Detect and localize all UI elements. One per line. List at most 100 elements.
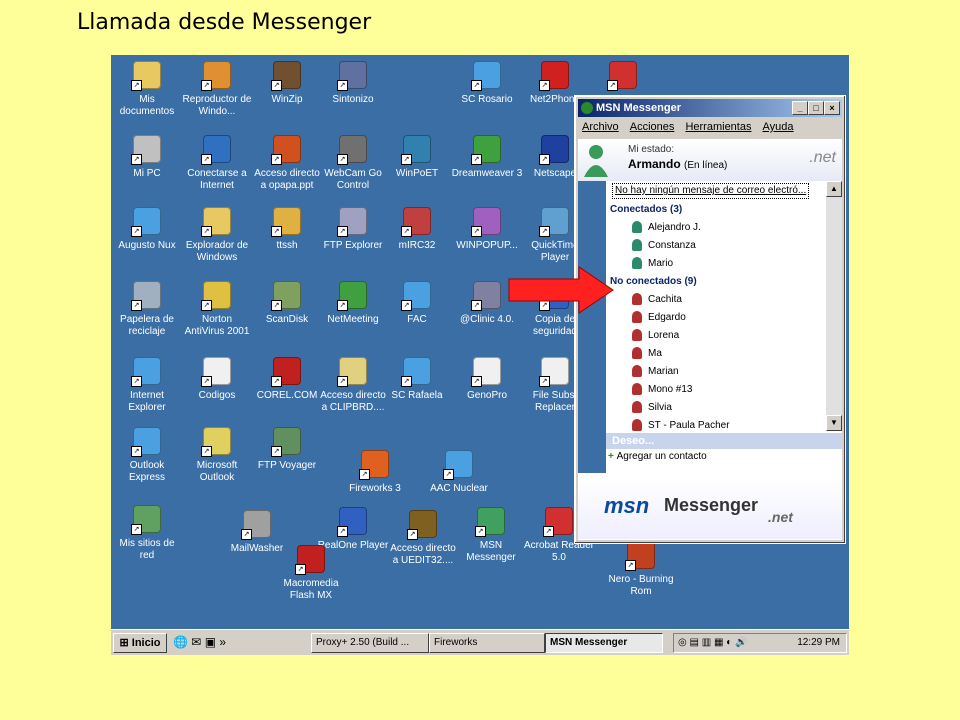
contact-offline[interactable]: Silvia (632, 399, 672, 417)
desktop-icon[interactable]: ↗ Explorador de Windows (181, 207, 253, 264)
msn-titlebar[interactable]: MSN Messenger _ □ × (578, 99, 842, 117)
desktop-icon[interactable]: ↗ Sintonizo (317, 61, 389, 106)
desktop-icon[interactable]: ↗ WinPoET (381, 135, 453, 180)
shortcut-arrow-icon: ↗ (131, 226, 142, 237)
desktop-icon[interactable]: ↗ NetMeeting (317, 281, 389, 326)
desktop-icon[interactable]: ↗ FTP Explorer (317, 207, 389, 252)
menu-herramientas[interactable]: Herramientas (681, 119, 755, 135)
desktop-icon[interactable]: ↗ Norton AntiVirus 2001 (181, 281, 253, 338)
desktop-icon[interactable]: ↗ FAC (381, 281, 453, 326)
maximize-button[interactable]: □ (808, 101, 824, 115)
mail-notice-link[interactable]: No hay ningún mensaje de correo electró.… (612, 183, 810, 199)
desktop-icon[interactable]: ↗ ScanDisk (251, 281, 323, 326)
desktop-icon[interactable]: ↗ SC Rosario (451, 61, 523, 106)
ftp-explorer-icon: ↗ (337, 207, 367, 237)
desktop-icon[interactable]: ↗ Codigos (181, 357, 253, 402)
contact-offline[interactable]: Lorena (632, 327, 679, 345)
tray-icons[interactable]: ◎ ▤ ▥ ▦ ◐ 🔊 (678, 637, 747, 648)
desktop-icon[interactable]: ↗ Acceso directo a UEDIT32.... (387, 510, 459, 567)
offline-group-header[interactable]: No conectados (9) (610, 273, 697, 291)
scroll-up-icon[interactable]: ▲ (826, 181, 842, 197)
desktop-icon-label: FTP Voyager (257, 460, 317, 471)
contact-online[interactable]: Mario (632, 255, 673, 273)
contact-list-scrollbar[interactable]: ▲ ▼ (826, 181, 842, 431)
contact-online[interactable]: Alejandro J. (632, 219, 701, 237)
desktop-icon[interactable]: ↗ Mi PC (111, 135, 183, 180)
desktop-icon[interactable]: ↗ Conectarse a Internet (181, 135, 253, 192)
desktop-icon[interactable]: ↗ Mis sitios de red (111, 505, 183, 562)
offline-contact-icon (632, 347, 642, 360)
online-group-header[interactable]: Conectados (3) (610, 201, 682, 219)
msn-content: Mi estado: Armando (En línea) .net No ha… (578, 139, 842, 540)
desktop-icon[interactable]: ↗ Mis documentos (111, 61, 183, 118)
contact-offline[interactable]: Mono #13 (632, 381, 692, 399)
red-arrow-icon (508, 266, 614, 314)
clipboard-icon: ↗ (337, 357, 367, 387)
clock[interactable]: 12:29 PM (797, 634, 840, 652)
user-name[interactable]: Armando (En línea) (628, 157, 727, 171)
desktop-icon[interactable]: ↗ WinZip (251, 61, 323, 106)
task-fireworks[interactable]: Fireworks (429, 633, 545, 653)
minimize-button[interactable]: _ (792, 101, 808, 115)
deseo-bar[interactable]: Deseo... (606, 433, 842, 449)
start-button[interactable]: ⊞ Inicio (113, 633, 167, 653)
offline-contact-icon (632, 311, 642, 324)
desktop-icon[interactable]: ↗ COREL.COM (251, 357, 323, 402)
desktop-icon[interactable]: ↗ Outlook Express (111, 427, 183, 484)
desktop-icon[interactable]: ↗ Acceso directo a opapa.ppt (251, 135, 323, 192)
desktop-icon[interactable]: ↗ Dreamweaver 3 (451, 135, 523, 180)
menu-archivo[interactable]: Archivo (578, 119, 623, 135)
contact-offline[interactable]: Edgardo (632, 309, 686, 327)
desktop-quicklaunch-icon[interactable]: ▣ (205, 635, 216, 649)
scroll-down-icon[interactable]: ▼ (826, 415, 842, 431)
ie-icon: ↗ (471, 61, 501, 91)
ppt-icon: ↗ (271, 135, 301, 165)
text-file-icon: ↗ (201, 357, 231, 387)
slide-title: Llamada desde Messenger (77, 10, 372, 35)
desktop-icon[interactable]: ↗ Papelera de reciclaje (111, 281, 183, 338)
ie-quicklaunch-icon[interactable]: 🌐 (173, 635, 188, 649)
desktop-icon[interactable]: ↗ (587, 61, 659, 94)
task-proxy[interactable]: Proxy+ 2.50 (Build ... (311, 633, 429, 653)
desktop-icon[interactable]: ↗ MSN Messenger (455, 507, 527, 564)
contact-name: Mono #13 (648, 384, 693, 395)
contact-online[interactable]: Constanza (632, 237, 696, 255)
desktop-icon[interactable]: ↗ Macromedia Flash MX (275, 545, 347, 602)
desktop-icon[interactable]: ↗ ttssh (251, 207, 323, 252)
more-quicklaunch-icon[interactable]: » (219, 635, 226, 649)
shortcut-arrow-icon: ↗ (271, 446, 282, 457)
desktop-icon[interactable]: ↗ FTP Voyager (251, 427, 323, 472)
outlook-quicklaunch-icon[interactable]: ✉ (191, 635, 201, 649)
close-button[interactable]: × (824, 101, 840, 115)
add-contact-link[interactable]: + Agregar un contacto (608, 451, 707, 462)
quicktime-icon: ↗ (539, 207, 569, 237)
sintonizo-icon: ↗ (337, 61, 367, 91)
menu-acciones[interactable]: Acciones (626, 119, 679, 135)
desktop-icon[interactable]: ↗ Internet Explorer (111, 357, 183, 414)
msn-side-tabs[interactable] (578, 181, 606, 473)
desktop-icon[interactable]: ↗ SC Rafaela (381, 357, 453, 402)
contact-offline[interactable]: Cachita (632, 291, 682, 309)
desktop-icon[interactable]: ↗ Acceso directo a CLIPBRD.... (317, 357, 389, 414)
task-msn-messenger[interactable]: MSN Messenger (545, 633, 663, 653)
desktop-icon[interactable]: ↗ AAC Nuclear (423, 450, 495, 495)
desktop-icon[interactable]: ↗ WINPOPUP... (451, 207, 523, 252)
menu-ayuda[interactable]: Ayuda (759, 119, 798, 135)
desktop-icon-label: Internet Explorer (128, 390, 166, 413)
contact-offline[interactable]: ST - Paula Pacher (632, 417, 730, 431)
desktop-icon-label: COREL.COM (256, 390, 318, 401)
msn-banner: msn Messenger .net (578, 479, 842, 539)
desktop-icon-label: MSN Messenger (466, 540, 516, 563)
desktop-icon-label: WinPoET (395, 168, 439, 179)
desktop-icon[interactable]: ↗ WebCam Go Control (317, 135, 389, 192)
desktop-icon[interactable]: ↗ Fireworks 3 (339, 450, 411, 495)
desktop-icon-label: Codigos (198, 390, 236, 401)
contact-offline[interactable]: Ma (632, 345, 662, 363)
desktop-icon[interactable]: ↗ Nero - Burning Rom (605, 541, 677, 598)
contact-offline[interactable]: Marian (632, 363, 679, 381)
desktop-icon[interactable]: ↗ mIRC32 (381, 207, 453, 252)
desktop-icon[interactable]: ↗ Microsoft Outlook (181, 427, 253, 484)
desktop-icon[interactable]: ↗ Reproductor de Windo... (181, 61, 253, 118)
desktop-icon[interactable]: ↗ Augusto Nux (111, 207, 183, 252)
desktop-icon[interactable]: ↗ GenoPro (451, 357, 523, 402)
